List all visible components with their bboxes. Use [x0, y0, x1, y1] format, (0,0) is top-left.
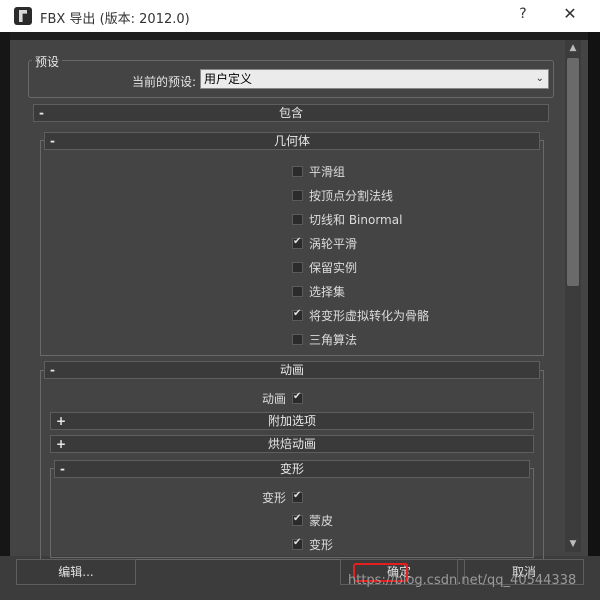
scroll-down-icon[interactable]: ▼	[565, 536, 581, 552]
rollout-animation-title: 动画	[279, 363, 304, 377]
preset-dropdown[interactable]: 用户定义 ⌄	[200, 69, 549, 89]
geometry-option-label: 平滑组	[309, 165, 346, 179]
rollout-extra-options[interactable]: + 附加选项	[50, 412, 534, 430]
window-title: FBX 导出 (版本: 2012.0)	[40, 12, 190, 27]
rollout-bake-animation[interactable]: + 烘焙动画	[50, 435, 534, 453]
geometry-option-label: 涡轮平滑	[309, 237, 358, 251]
rollout-geometry[interactable]: - 几何体	[44, 132, 540, 150]
vertical-scrollbar[interactable]: ▲ ▼	[565, 40, 581, 552]
scroll-up-icon[interactable]: ▲	[565, 40, 581, 56]
help-button[interactable]: ?	[508, 6, 538, 26]
background-viewport-left	[0, 32, 10, 600]
geometry-option-label: 将变形虚拟转化为骨骼	[309, 309, 430, 323]
morph-label: 变形	[309, 538, 334, 552]
close-button[interactable]: ✕	[553, 4, 587, 26]
rollout-geometry-title: 几何体	[273, 134, 310, 148]
current-preset-label: 当前的预设:	[132, 75, 197, 89]
geometry-option-label: 切线和 Binormal	[309, 213, 403, 227]
geometry-option-label: 选择集	[309, 285, 346, 299]
rollout-include[interactable]: - 包含	[33, 104, 549, 122]
3dsmax-app-icon	[14, 7, 32, 25]
geometry-option-checkbox[interactable]	[292, 166, 303, 177]
geometry-option-label: 三角算法	[309, 333, 358, 347]
geometry-option-checkbox[interactable]	[292, 286, 303, 297]
geometry-option-checkbox[interactable]	[292, 190, 303, 201]
rollout-bake-animation-title: 烘焙动画	[267, 437, 316, 451]
rollout-include-title: 包含	[278, 106, 303, 120]
scrollbar-thumb[interactable]	[567, 58, 579, 286]
rollout-extra-options-title: 附加选项	[267, 414, 316, 428]
rollout-deformations-title: 变形	[279, 462, 304, 476]
preset-dropdown-value: 用户定义	[204, 72, 253, 86]
animation-checkbox[interactable]	[292, 391, 303, 404]
rollout-animation[interactable]: - 动画	[44, 361, 540, 379]
geometry-option-label: 按顶点分割法线	[309, 189, 394, 203]
geometry-option-checkbox[interactable]	[292, 308, 303, 321]
title-bar: FBX 导出 (版本: 2012.0) ? ✕	[0, 0, 600, 32]
watermark: https://blog.csdn.net/qq_40544338	[348, 573, 577, 588]
edit-button[interactable]: 编辑...	[16, 559, 136, 585]
preset-group-title: 预设	[32, 53, 63, 70]
geometry-option-label: 保留实例	[309, 261, 358, 275]
geometry-option-checkbox[interactable]	[292, 236, 303, 249]
skin-label: 蒙皮	[309, 514, 334, 528]
geometry-option-checkbox[interactable]	[292, 214, 303, 225]
geometry-option-checkbox[interactable]	[292, 334, 303, 345]
background-viewport-right	[588, 32, 600, 600]
morph-checkbox[interactable]	[292, 537, 303, 550]
deformations-checkbox[interactable]	[292, 490, 303, 503]
deformations-toggle-label: 变形	[262, 491, 287, 505]
animation-toggle-label: 动画	[262, 392, 287, 406]
rollout-deformations[interactable]: - 变形	[54, 460, 530, 478]
skin-checkbox[interactable]	[292, 513, 303, 526]
chevron-down-icon: ⌄	[535, 73, 544, 84]
geometry-option-checkbox[interactable]	[292, 262, 303, 273]
